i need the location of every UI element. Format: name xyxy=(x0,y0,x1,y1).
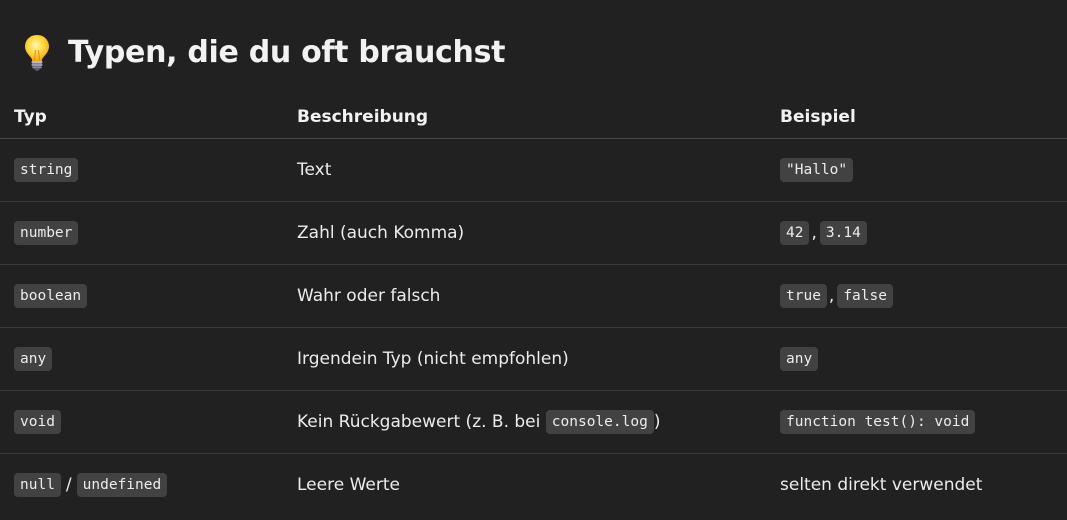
table-row: void Kein Rückgabewert (z. B. bei consol… xyxy=(0,391,1067,454)
table-header-row: Typ Beschreibung Beispiel xyxy=(0,96,1067,139)
example-separator: , xyxy=(811,223,817,243)
table-row: any Irgendein Typ (nicht empfohlen) any xyxy=(0,328,1067,391)
description-cell: Wahr oder falsch xyxy=(297,265,440,327)
example-code: true xyxy=(780,284,827,308)
example-code: 42 xyxy=(780,221,810,245)
table-row: null / undefined Leere Werte selten dire… xyxy=(0,454,1067,516)
example-code: 3.14 xyxy=(819,221,867,245)
column-header-beispiel: Beispiel xyxy=(780,107,856,127)
type-code: undefined xyxy=(76,473,168,497)
description-text: Wahr oder falsch xyxy=(297,286,441,306)
page-title: Typen, die du oft brauchst xyxy=(68,34,506,70)
column-header-typ: Typ xyxy=(14,107,47,127)
example-code: false xyxy=(837,284,893,308)
example-cell: "Hallo" xyxy=(780,139,854,201)
type-cell: null / undefined xyxy=(14,454,168,516)
description-code: console.log xyxy=(545,410,654,434)
description-text: Zahl (auch Komma) xyxy=(297,223,465,243)
type-code: boolean xyxy=(14,284,88,308)
type-code: number xyxy=(14,221,79,245)
example-cell: selten direkt verwendet xyxy=(780,454,982,516)
description-cell: Kein Rückgabewert (z. B. bei console.log… xyxy=(297,391,660,453)
type-code: void xyxy=(14,410,61,434)
description-text: Text xyxy=(297,160,332,180)
table-row: boolean Wahr oder falsch true , false xyxy=(0,265,1067,328)
type-cell: any xyxy=(14,328,53,390)
type-cell: boolean xyxy=(14,265,88,327)
type-cell: number xyxy=(14,202,79,264)
example-code: "Hallo" xyxy=(780,158,854,182)
example-cell: any xyxy=(780,328,819,390)
type-cell: void xyxy=(14,391,61,453)
type-code: string xyxy=(14,158,79,182)
type-separator: / xyxy=(65,475,72,495)
description-cell: Irgendein Typ (nicht empfohlen) xyxy=(297,328,569,390)
lightbulb-icon xyxy=(20,32,54,72)
example-cell: 42 , 3.14 xyxy=(780,202,867,264)
type-code: null xyxy=(14,473,61,497)
table-row: string Text "Hallo" xyxy=(0,139,1067,202)
example-code: any xyxy=(780,347,819,371)
section-heading: Typen, die du oft brauchst xyxy=(20,30,505,74)
description-cell: Text xyxy=(297,139,331,201)
description-text: Kein Rückgabewert (z. B. bei xyxy=(297,412,546,432)
example-text: selten direkt verwendet xyxy=(780,475,983,495)
table-row: number Zahl (auch Komma) 42 , 3.14 xyxy=(0,202,1067,265)
type-code: any xyxy=(14,347,53,371)
description-text: Irgendein Typ (nicht empfohlen) xyxy=(297,349,569,369)
example-separator: , xyxy=(828,286,835,306)
example-cell: true , false xyxy=(780,265,893,327)
description-suffix: ) xyxy=(653,412,661,432)
types-table: Typ Beschreibung Beispiel string Text "H… xyxy=(0,96,1067,516)
example-code: function test(): void xyxy=(780,410,976,434)
type-cell: string xyxy=(14,139,79,201)
description-cell: Zahl (auch Komma) xyxy=(297,202,464,264)
example-cell: function test(): void xyxy=(780,391,976,453)
description-text: Leere Werte xyxy=(297,475,400,495)
description-cell: Leere Werte xyxy=(297,454,400,516)
column-header-beschreibung: Beschreibung xyxy=(297,107,429,127)
